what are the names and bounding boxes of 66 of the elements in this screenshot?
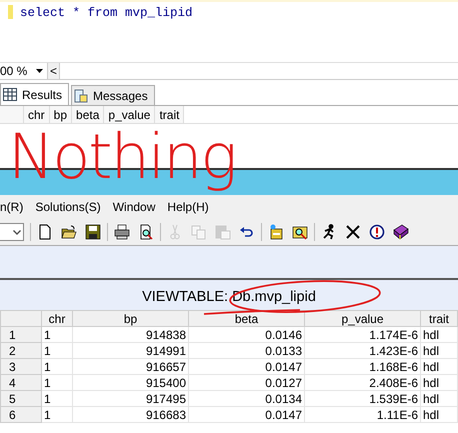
book-icon[interactable] <box>391 223 411 241</box>
menu-item[interactable]: Help(H) <box>167 200 209 214</box>
table-cell: 1 <box>42 374 72 390</box>
row-number: 6 <box>0 406 42 422</box>
column-header: p_value <box>104 106 156 123</box>
table-cell: hdl <box>420 358 458 374</box>
table-title: VIEWTABLE: Db.mvp_lipid <box>0 280 458 310</box>
column-header: trait <box>155 106 184 123</box>
table-cell: 1.11E-6 <box>304 406 420 422</box>
row-number: 1 <box>0 326 42 342</box>
column-header: p_value <box>304 310 420 326</box>
table-cell: 1 <box>42 390 72 406</box>
menu-item[interactable]: Solutions(S) <box>35 200 101 214</box>
table-cell: 0.0134 <box>188 390 304 406</box>
table-cell: 0.0146 <box>188 326 304 342</box>
table-cell: hdl <box>420 342 458 358</box>
table-cell: 915400 <box>72 374 188 390</box>
table-cell: hdl <box>420 326 458 342</box>
table-cell: hdl <box>420 406 458 422</box>
table-cell: 917495 <box>72 390 188 406</box>
header-corner <box>0 310 42 326</box>
table-cell: 1.174E-6 <box>304 326 420 342</box>
menu-item[interactable]: n(R) <box>0 200 24 214</box>
dropdown[interactable] <box>0 223 24 241</box>
sql-query: select * from mvp_lipid <box>20 5 193 22</box>
folder-icon[interactable] <box>59 223 79 241</box>
table-cell: 1.539E-6 <box>304 390 420 406</box>
table-cell: hdl <box>420 390 458 406</box>
table-cell: 914838 <box>72 326 188 342</box>
row-number: 3 <box>0 358 42 374</box>
column-header: chr <box>24 106 50 123</box>
column-header: beta <box>72 106 104 123</box>
table-cell: 1 <box>42 358 72 374</box>
table-cell: 1 <box>42 342 72 358</box>
result-tab[interactable]: Messages <box>71 85 155 105</box>
chevron-down-icon <box>13 230 21 234</box>
table-cell: 1 <box>42 326 72 342</box>
column-header: chr <box>42 310 72 326</box>
table-cell: 1 <box>42 406 72 422</box>
zoom-dropdown[interactable]: 00 % <box>0 63 48 79</box>
table-cell: 916657 <box>72 358 188 374</box>
row-number: 2 <box>0 342 42 358</box>
table-cell: 2.408E-6 <box>304 374 420 390</box>
document-icon <box>74 88 88 102</box>
column-header: trait <box>420 310 458 326</box>
result-tab[interactable]: Results <box>0 83 70 105</box>
row-number: 4 <box>0 374 42 390</box>
menu-item[interactable]: Window <box>112 200 156 214</box>
table-cell: 0.0127 <box>188 374 304 390</box>
printer-icon[interactable] <box>112 223 132 241</box>
table-cell: hdl <box>420 374 458 390</box>
table-cell: 1.168E-6 <box>304 358 420 374</box>
row-number: 5 <box>0 390 42 406</box>
table-cell: 916683 <box>72 406 188 422</box>
scroll-left-button[interactable]: < <box>48 63 60 79</box>
table-cell: 0.0147 <box>188 358 304 374</box>
exclamation-circle-icon[interactable] <box>367 223 387 241</box>
dropdown-arrow-icon <box>36 69 43 73</box>
grid-icon <box>3 88 17 101</box>
table-cell: 1.423E-6 <box>304 342 420 358</box>
floppy-icon[interactable] <box>83 223 103 241</box>
table-cell: 0.0147 <box>188 406 304 422</box>
table-cell: 0.0133 <box>188 342 304 358</box>
column-header: bp <box>72 310 188 326</box>
column-header: bp <box>50 106 72 123</box>
table-cell: 914991 <box>72 342 188 358</box>
